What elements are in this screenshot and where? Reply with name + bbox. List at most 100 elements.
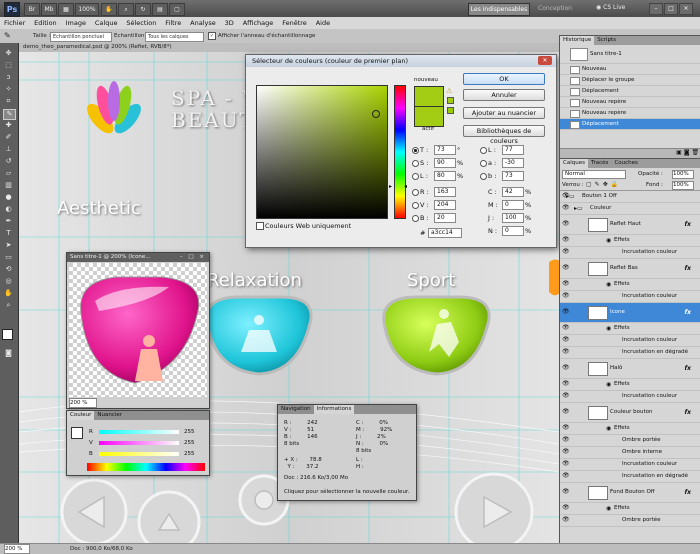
crop-tool-icon[interactable]: ⌗ bbox=[3, 97, 14, 106]
healing-brush-tool-icon[interactable]: ✚ bbox=[3, 121, 14, 130]
menu-selection[interactable]: Sélection bbox=[122, 17, 159, 27]
layer-row[interactable]: 👁 Reflet Bas fx bbox=[560, 259, 700, 279]
layer-row[interactable]: 👁 Reflet Haut fx bbox=[560, 215, 700, 235]
visibility-eye-icon[interactable]: 👁 bbox=[562, 325, 570, 331]
color-field-marker[interactable] bbox=[372, 110, 380, 118]
layer-effects-row[interactable]: 👁 ◉ Effets bbox=[560, 423, 700, 435]
visibility-eye-icon[interactable]: 👁 bbox=[562, 309, 570, 315]
tab-navigation[interactable]: Navigation bbox=[278, 405, 314, 414]
visibility-eye-icon[interactable]: 👁 bbox=[562, 425, 570, 431]
radio-green[interactable] bbox=[412, 202, 419, 209]
foreground-swatch[interactable] bbox=[71, 427, 83, 439]
workspace-essentials-button[interactable]: Les indispensables bbox=[468, 3, 530, 16]
preview-document-window[interactable]: Sans titre-1 @ 200% (Icone... – □ × 200 … bbox=[66, 252, 210, 409]
hand-tool-icon[interactable]: ✋ bbox=[3, 289, 14, 298]
layer-effect-row[interactable]: 👁 Incrustation couleur bbox=[560, 291, 700, 303]
eyedropper-preset-icon[interactable]: ✎ bbox=[4, 31, 16, 41]
saturation-lightness-field[interactable] bbox=[256, 85, 388, 219]
yellow-field[interactable]: 100 bbox=[502, 213, 524, 223]
rotate-view-icon[interactable]: ↻ bbox=[135, 3, 151, 16]
hue-slider-left-arrow[interactable]: ▸ bbox=[389, 183, 392, 190]
3d-orbit-tool-icon[interactable]: ◎ bbox=[3, 277, 14, 286]
history-item[interactable]: Déplacer le groupe bbox=[560, 75, 700, 86]
history-item[interactable]: Nouveau repère bbox=[560, 108, 700, 119]
guides-icon[interactable]: ▦ bbox=[58, 3, 74, 16]
bridge-icon[interactable]: Br bbox=[24, 3, 40, 16]
hue-slider-right-arrow[interactable]: ◂ bbox=[404, 183, 407, 190]
pen-tool-icon[interactable]: ✒ bbox=[3, 217, 14, 226]
menu-3d[interactable]: 3D bbox=[221, 17, 237, 27]
clone-stamp-tool-icon[interactable]: ⊥ bbox=[3, 145, 14, 154]
saturation-field[interactable]: 90 bbox=[434, 158, 456, 168]
color-libraries-button[interactable]: Bibliothèques de couleurs bbox=[463, 125, 545, 145]
current-color-swatch[interactable] bbox=[414, 106, 444, 127]
visibility-eye-icon[interactable]: 👁 bbox=[562, 489, 570, 495]
minibridge-icon[interactable]: Mb bbox=[41, 3, 57, 16]
history-item[interactable]: Déplacement bbox=[560, 86, 700, 97]
layer-effects-row[interactable]: 👁 ◉ Effets bbox=[560, 379, 700, 391]
effects-eye-icon[interactable]: ◉ bbox=[606, 279, 611, 290]
preview-window-controls[interactable]: – □ × bbox=[180, 253, 206, 262]
opacity-field[interactable]: 100% bbox=[672, 170, 694, 179]
sample-size-select[interactable]: Echantillon ponctuel bbox=[50, 32, 112, 42]
visibility-eye-icon[interactable]: 👁 bbox=[562, 393, 570, 399]
menu-image[interactable]: Image bbox=[62, 17, 89, 27]
magic-wand-tool-icon[interactable]: ✧ bbox=[3, 85, 14, 94]
black-field[interactable]: 0 bbox=[502, 226, 524, 236]
color-ramp[interactable] bbox=[87, 463, 205, 471]
visibility-eye-icon[interactable]: 👁 bbox=[562, 205, 570, 211]
layer-effect-row[interactable]: 👁 Incrustation couleur bbox=[560, 335, 700, 347]
layer-row[interactable]: 👁 Halô fx bbox=[560, 359, 700, 379]
document-tab[interactable]: demo_theo_paramedical.psd @ 200% (Refiet… bbox=[19, 43, 563, 52]
tab-informations[interactable]: Informations bbox=[313, 405, 355, 414]
layer-row[interactable]: 👁 Couleur bouton fx bbox=[560, 403, 700, 423]
hex-field[interactable]: a3cc14 bbox=[428, 228, 462, 238]
cancel-button[interactable]: Annuler bbox=[463, 89, 545, 101]
layer-fx-icon[interactable]: fx bbox=[685, 215, 691, 234]
tab-scripts[interactable]: Scripts bbox=[594, 36, 619, 45]
layer-fx-icon[interactable]: fx bbox=[685, 259, 691, 278]
effects-eye-icon[interactable]: ◉ bbox=[606, 379, 611, 390]
channel-b-value[interactable]: 255 bbox=[184, 449, 195, 459]
workspace-design-button[interactable]: Conception bbox=[532, 3, 578, 14]
layer-effect-row[interactable]: 👁 Incrustation en dégradé bbox=[560, 347, 700, 359]
menu-fichier[interactable]: Fichier bbox=[0, 17, 28, 27]
brightness-field[interactable]: 80 bbox=[434, 171, 456, 181]
show-ring-checkbox[interactable]: ✓ bbox=[208, 32, 216, 40]
radio-lab-b[interactable] bbox=[480, 173, 487, 180]
visibility-eye-icon[interactable]: 👁 bbox=[562, 221, 570, 227]
visibility-eye-icon[interactable]: 👁 bbox=[562, 265, 570, 271]
visibility-eye-icon[interactable]: 👁 bbox=[562, 349, 570, 355]
visibility-eye-icon[interactable]: 👁 bbox=[562, 437, 570, 443]
history-item[interactable]: Nouveau bbox=[560, 64, 700, 75]
tab-traces[interactable]: Tracés bbox=[588, 159, 611, 168]
effects-eye-icon[interactable]: ◉ bbox=[606, 235, 611, 246]
radio-lab-a[interactable] bbox=[480, 160, 487, 167]
gradient-tool-icon[interactable]: ▥ bbox=[3, 181, 14, 190]
3d-rotate-tool-icon[interactable]: ⟲ bbox=[3, 265, 14, 274]
hue-slider[interactable] bbox=[394, 85, 406, 219]
lock-icons[interactable]: ▢✎✥🔒 bbox=[586, 181, 621, 188]
tab-couleur[interactable]: Couleur bbox=[67, 411, 95, 420]
preview-zoom-field[interactable]: 200 % bbox=[69, 398, 97, 408]
color-picker-titlebar[interactable]: Sélecteur de couleurs (couleur de premie… bbox=[246, 55, 556, 67]
red-field[interactable]: 163 bbox=[434, 187, 456, 197]
channel-r-value[interactable]: 255 bbox=[184, 427, 195, 437]
color-picker-dialog[interactable]: Sélecteur de couleurs (couleur de premie… bbox=[245, 54, 557, 248]
layer-group-row[interactable]: 👁 ▸▭ Bouton 1 Off bbox=[560, 191, 700, 203]
type-tool-icon[interactable]: T bbox=[3, 229, 14, 238]
preview-window-titlebar[interactable]: Sans titre-1 @ 200% (Icone... – □ × bbox=[67, 253, 209, 262]
visibility-eye-icon[interactable]: 👁 bbox=[562, 461, 570, 467]
screen-mode-icon[interactable]: ▢ bbox=[169, 3, 185, 16]
effects-eye-icon[interactable]: ◉ bbox=[606, 323, 611, 334]
layer-effect-row[interactable]: 👁 Incrustation en dégradé bbox=[560, 471, 700, 483]
visibility-eye-icon[interactable]: 👁 bbox=[562, 449, 570, 455]
layer-effect-row[interactable]: 👁 Ombre portée bbox=[560, 515, 700, 527]
layer-effects-row[interactable]: 👁 ◉ Effets bbox=[560, 323, 700, 335]
visibility-eye-icon[interactable]: 👁 bbox=[562, 337, 570, 343]
move-tool-icon[interactable]: ✥ bbox=[3, 49, 14, 58]
cs-live-button[interactable]: ◉ CS Live bbox=[596, 4, 625, 11]
visibility-eye-icon[interactable]: 👁 bbox=[562, 281, 570, 287]
channel-v-value[interactable]: 255 bbox=[184, 438, 195, 448]
layer-effect-row[interactable]: 👁 Ombre interne bbox=[560, 447, 700, 459]
